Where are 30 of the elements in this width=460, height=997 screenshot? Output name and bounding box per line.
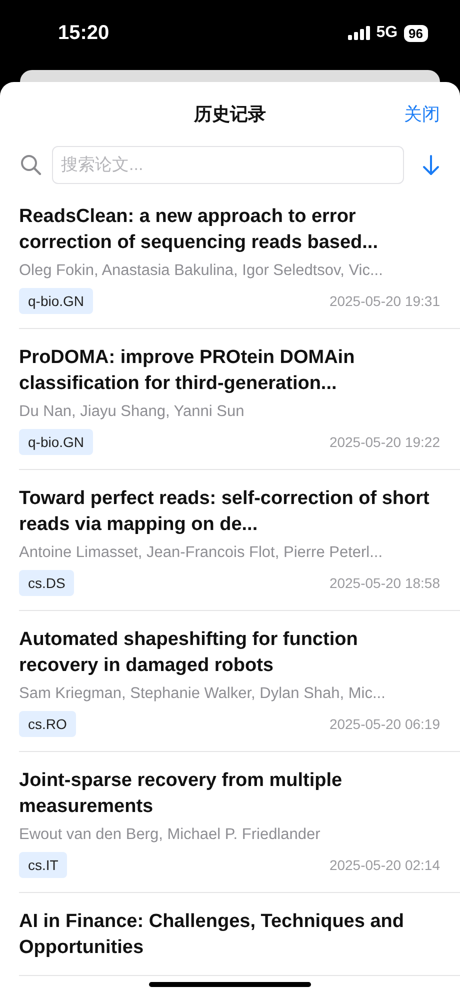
category-tag: cs.DS — [19, 570, 74, 596]
paper-title[interactable]: ReadsClean: a new approach to error correction of sequencing reads based... — [19, 204, 460, 256]
paper-title[interactable]: AI in Finance: Challenges, Techniques and Opportunities — [19, 909, 460, 961]
signal-icon — [348, 26, 370, 40]
category-tag: cs.RO — [19, 711, 76, 737]
paper-title[interactable]: ProDOMA: improve PROtein DOMAin classification for third-generation... — [19, 345, 460, 397]
category-tag: q-bio.GN — [19, 429, 94, 455]
status-time: 15:20 — [58, 22, 110, 44]
paper-date: 2025-05-20 19:22 — [329, 434, 440, 450]
paper-date: 2025-05-20 19:31 — [329, 293, 440, 309]
close-button[interactable]: 关闭 — [404, 102, 440, 126]
battery-indicator: 96 — [404, 24, 428, 42]
paper-title[interactable]: Joint-sparse recovery from multiple measurements — [19, 768, 460, 820]
paper-authors: Oleg Fokin, Anastasia Bakulina, Igor Seledtsov, Vic... — [19, 262, 384, 280]
paper-authors: Du Nan, Jiayu Shang, Yanni Sun — [19, 403, 246, 421]
paper-date: 2025-05-20 06:19 — [329, 716, 440, 732]
paper-title[interactable]: Automated shapeshifting for function recovery in damaged robots — [19, 627, 460, 679]
category-tag: q-bio.GN — [19, 288, 94, 314]
paper-title[interactable]: Toward perfect reads: self-correction of short reads via mapping on de... — [19, 486, 460, 538]
category-tag: cs.IT — [19, 852, 68, 878]
search-icon — [20, 154, 42, 176]
paper-authors: Ewout van den Berg, Michael P. Friedlander — [19, 826, 322, 844]
network-label: 5G — [376, 24, 398, 42]
paper-authors: Sam Kriegman, Stephanie Walker, Dylan Shah, Mic... — [19, 685, 386, 703]
search-field[interactable]: 搜索论文... — [52, 146, 404, 184]
sort-arrow-icon[interactable] — [422, 154, 440, 176]
sheet-title: 历史记录 — [194, 103, 266, 126]
paper-date: 2025-05-20 02:14 — [329, 857, 440, 873]
paper-authors: Antoine Limasset, Jean-Francois Flot, Pierre Peterl... — [19, 544, 384, 562]
paper-date: 2025-05-20 18:58 — [329, 575, 440, 591]
